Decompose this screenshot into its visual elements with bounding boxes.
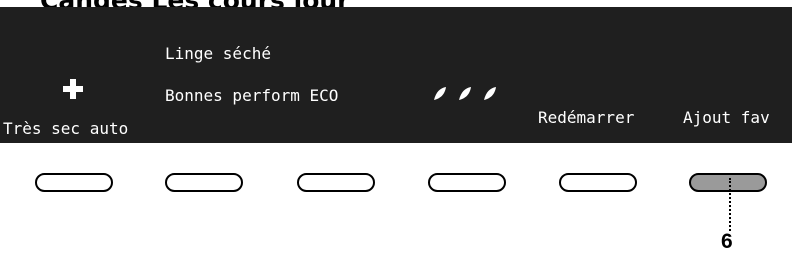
callout-number-6: 6: [721, 230, 733, 253]
eco-leaf-icon: [459, 87, 471, 100]
plus-icon: [63, 79, 83, 99]
eco-leaf-icon: [484, 87, 496, 100]
panel-label-tres-sec-auto: Très sec auto: [3, 119, 129, 138]
callout-leader-line: [729, 178, 731, 231]
eco-leaves: [434, 87, 496, 100]
panel-label-redemarrer: Redémarrer: [538, 108, 635, 127]
panel-button-5[interactable]: [559, 173, 637, 192]
panel-line-linge-seche: Linge séché: [165, 44, 271, 63]
eco-leaf-icon: [434, 87, 446, 100]
panel-label-ajout-fav: Ajout fav: [683, 108, 770, 127]
panel-button-1[interactable]: [35, 173, 113, 192]
panel-button-4[interactable]: [428, 173, 506, 192]
panel-button-3[interactable]: [297, 173, 375, 192]
panel-button-6-ajout-fav[interactable]: [689, 173, 767, 192]
panel-line-bonnes-perform: Bonnes perform ECO: [165, 86, 339, 105]
panel-button-2[interactable]: [165, 173, 243, 192]
